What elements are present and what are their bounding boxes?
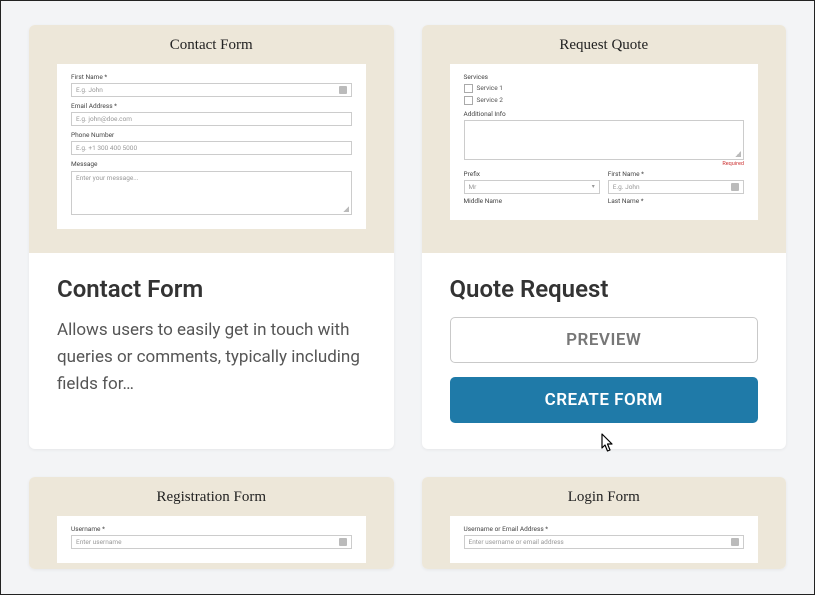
template-card-registration[interactable]: Registration Form Username * Enter usern… <box>29 477 394 569</box>
thumb-title: Contact Form <box>29 25 394 64</box>
thumb-title: Request Quote <box>422 25 787 64</box>
template-card-quote[interactable]: Request Quote Services Service 1 Service… <box>422 25 787 449</box>
card-title: Quote Request <box>450 275 759 303</box>
mini-form-preview: Services Service 1 Service 2 Additional … <box>450 64 759 220</box>
preview-button[interactable]: PREVIEW <box>450 317 759 363</box>
thumb-title: Registration Form <box>29 477 394 516</box>
mini-form-preview: First Name * E.g. John Email Address * E… <box>57 64 366 229</box>
template-grid: Contact Form First Name * E.g. John Emai… <box>1 1 814 593</box>
thumbnail: Contact Form First Name * E.g. John Emai… <box>29 25 394 253</box>
card-title: Contact Form <box>57 275 366 303</box>
thumbnail: Login Form Username or Email Address * E… <box>422 477 787 569</box>
create-form-button[interactable]: CREATE FORM <box>450 377 759 423</box>
thumbnail: Registration Form Username * Enter usern… <box>29 477 394 569</box>
card-body: Quote Request PREVIEW CREATE FORM <box>422 253 787 449</box>
mini-form-preview: Username * Enter username <box>57 516 366 563</box>
card-body: Contact Form Allows users to easily get … <box>29 253 394 425</box>
mini-form-preview: Username or Email Address * Enter userna… <box>450 516 759 563</box>
card-description: Allows users to easily get in touch with… <box>57 317 366 399</box>
template-card-contact[interactable]: Contact Form First Name * E.g. John Emai… <box>29 25 394 449</box>
thumb-title: Login Form <box>422 477 787 516</box>
thumbnail: Request Quote Services Service 1 Service… <box>422 25 787 253</box>
template-card-login[interactable]: Login Form Username or Email Address * E… <box>422 477 787 569</box>
